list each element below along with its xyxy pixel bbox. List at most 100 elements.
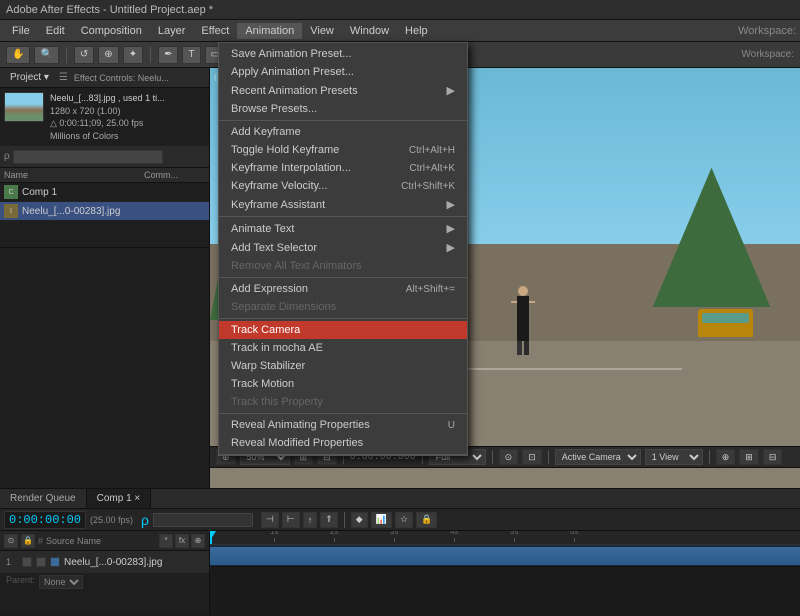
timeline-layer-bar[interactable] (210, 545, 800, 567)
timeline-playhead[interactable] (210, 531, 212, 544)
preview-view-icons[interactable]: ⊡ (522, 449, 542, 465)
project-search-bar: ρ (0, 146, 209, 168)
menu-add-expression[interactable]: Add Expression Alt+Shift+= (219, 280, 467, 298)
menu-keyframe-velocity[interactable]: Keyframe Velocity... Ctrl+Shift+K (219, 177, 467, 195)
menu-apply-animation-preset[interactable]: Apply Animation Preset... (219, 63, 467, 81)
tl-btn-extract[interactable]: ⇑ (320, 512, 338, 528)
tl-parent-icon[interactable]: ⊕ (191, 534, 205, 548)
tl-motion-blur-icon[interactable]: * (159, 534, 173, 548)
project-item-res: 1280 x 720 (1.00) (50, 105, 165, 118)
menu-window[interactable]: Window (342, 23, 397, 39)
menu-track-camera[interactable]: Track Camera (219, 321, 467, 339)
menu-reveal-modified[interactable]: Reveal Modified Properties (219, 434, 467, 452)
preview-active-camera-select[interactable]: Active Camera (555, 449, 641, 465)
tl-btn-outpoint[interactable]: ⊢ (282, 512, 300, 528)
tl-layer-parent: Parent: None (0, 573, 209, 591)
menu-track-mocha[interactable]: Track in mocha AE (219, 339, 467, 357)
menu-layer[interactable]: Layer (150, 23, 194, 39)
menu-track-this-property: Track this Property (219, 393, 467, 411)
panel-menu-icon[interactable]: ☰ (59, 72, 68, 83)
playhead-triangle (210, 531, 216, 539)
menu-reveal-animating-label: Reveal Animating Properties (231, 419, 370, 431)
layer-lock[interactable] (36, 557, 46, 567)
ruler-mark-3s: 3s (390, 531, 398, 542)
tl-btn-markers[interactable]: ◆ (351, 512, 368, 528)
menu-save-animation-preset[interactable]: Save Animation Preset... (219, 45, 467, 63)
project-item-comp[interactable]: C Comp 1 (0, 183, 209, 202)
ruler-mark-4s: 4s (450, 531, 458, 542)
menu-effect[interactable]: Effect (193, 23, 237, 39)
project-search-input[interactable] (13, 150, 163, 164)
preview-extra-btn-1[interactable]: ⊕ (716, 449, 736, 465)
tab-comp1[interactable]: Comp 1 × (87, 489, 152, 508)
parent-select[interactable]: None (39, 575, 83, 589)
comp-icon: C (4, 185, 18, 199)
preview-extra-btn-2[interactable]: ⊞ (739, 449, 759, 465)
menu-reveal-animating[interactable]: Reveal Animating Properties U (219, 416, 467, 434)
timeline-search-input[interactable] (153, 513, 253, 527)
keyframe-assistant-arrow: ▶ (447, 198, 455, 211)
toolbar-camera-tool[interactable]: ⊕ (98, 46, 118, 64)
layer-number: 1 (6, 557, 18, 567)
figure-head (518, 286, 528, 296)
vehicle-window (702, 313, 749, 323)
col-name-header: Name (0, 168, 140, 182)
menu-add-text-selector[interactable]: Add Text Selector ▶ (219, 238, 467, 257)
preview-camera-icons[interactable]: ⊙ (499, 449, 519, 465)
menu-toggle-hold-keyframe[interactable]: Toggle Hold Keyframe Ctrl+Alt+H (219, 141, 467, 159)
toolbar-pen-tool[interactable]: ✒ (158, 46, 178, 64)
tl-btn-lock[interactable]: 🔒 (416, 512, 437, 528)
current-time-display[interactable]: 0:00:00:00 (4, 511, 86, 529)
project-thumbnail (4, 92, 44, 122)
layers-panel (0, 248, 209, 488)
keyframe-velocity-shortcut: Ctrl+Shift+K (401, 181, 455, 192)
menu-help[interactable]: Help (397, 23, 436, 39)
tl-fx-icon[interactable]: fx (175, 534, 189, 548)
menu-warp-stabilizer-label: Warp Stabilizer (231, 360, 305, 372)
layer-visibility[interactable] (22, 557, 32, 567)
menu-track-motion[interactable]: Track Motion (219, 375, 467, 393)
menu-composition[interactable]: Composition (73, 23, 150, 39)
menu-browse-presets[interactable]: Browse Presets... (219, 100, 467, 118)
project-item-image[interactable]: I Neelu_[...0-00283].jpg (0, 202, 209, 221)
tl-btn-solo[interactable]: ☆ (395, 512, 413, 528)
menu-view[interactable]: View (302, 23, 342, 39)
menu-remove-all-text-animators-label: Remove All Text Animators (231, 260, 362, 272)
menu-track-camera-label: Track Camera (231, 324, 300, 336)
toolbar-rotate-tool[interactable]: ↺ (74, 46, 94, 64)
menu-warp-stabilizer[interactable]: Warp Stabilizer (219, 357, 467, 375)
toolbar-zoom-tool[interactable]: 🔍 (34, 46, 58, 64)
toolbar-unified-tool[interactable]: ✦ (123, 46, 143, 64)
menu-animate-text[interactable]: Animate Text ▶ (219, 219, 467, 238)
menu-keyframe-interpolation[interactable]: Keyframe Interpolation... Ctrl+Alt+K (219, 159, 467, 177)
tl-btn-inpoint[interactable]: ⊣ (261, 512, 279, 528)
preview-extra-btn-3[interactable]: ⊟ (763, 449, 783, 465)
layer-label[interactable] (50, 557, 60, 567)
ruler-mark-6s: 6s (570, 531, 578, 542)
effect-controls-tab[interactable]: Effect Controls: Neelu... (74, 73, 169, 83)
tl-left-controls: ⊙ 🔒 # Source Name * fx ⊕ (0, 531, 209, 551)
tl-solo-icon[interactable]: ⊙ (4, 534, 18, 548)
layers-column-headers: Name Comm... (0, 168, 209, 183)
add-text-selector-arrow: ▶ (447, 241, 455, 254)
toolbar-type-tool[interactable]: T (182, 46, 200, 64)
menu-add-keyframe[interactable]: Add Keyframe (219, 123, 467, 141)
project-tab[interactable]: Project ▾ (6, 71, 53, 84)
tl-btn-lift[interactable]: ↑ (303, 512, 318, 528)
tl-btn-chart[interactable]: 📊 (371, 512, 392, 528)
preview-sep-3 (492, 450, 493, 464)
menu-edit[interactable]: Edit (38, 23, 73, 39)
timeline-tabs: Render Queue Comp 1 × (0, 489, 800, 509)
menu-animation[interactable]: Animation (237, 23, 302, 39)
tl-lock-icon[interactable]: 🔒 (21, 534, 35, 548)
menu-recent-animation-presets[interactable]: Recent Animation Presets ▶ (219, 81, 467, 100)
toolbar-sep-1 (66, 47, 67, 63)
toolbar-hand-tool[interactable]: ✋ (6, 46, 30, 64)
timeline-ruler: 1s 2s 3s 4s 5s (210, 531, 800, 545)
preview-views-select[interactable]: 1 View 2 Views (645, 449, 703, 465)
menu-file[interactable]: File (4, 23, 38, 39)
tl-sep-1 (344, 512, 345, 528)
tab-render-queue[interactable]: Render Queue (0, 489, 87, 508)
tl-right-icons: * fx ⊕ (159, 534, 205, 548)
menu-keyframe-assistant[interactable]: Keyframe Assistant ▶ (219, 195, 467, 214)
